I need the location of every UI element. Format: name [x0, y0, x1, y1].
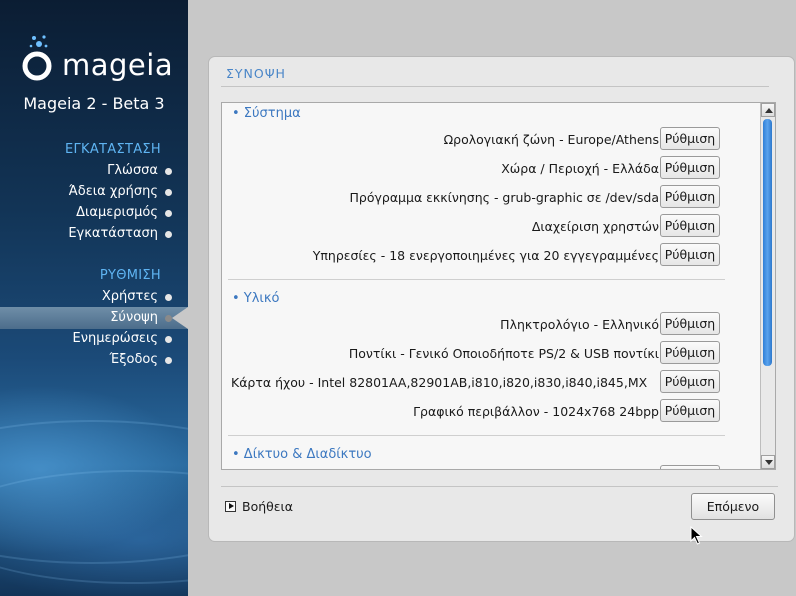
- step-summary: Σύνοψη: [110, 310, 172, 325]
- active-step-notch: [172, 307, 188, 329]
- logo-wordmark: mageia: [62, 48, 174, 82]
- summary-list[interactable]: • Σύστημα Ωρολογιακή ζώνη - Europe/Athen…: [221, 102, 776, 470]
- section-title-install: ΕΓΚΑΤΑΣΤΑΣΗ: [64, 142, 161, 157]
- group-title-network: • Δίκτυο & Διαδίκτυο: [232, 447, 372, 462]
- summary-item-keyboard: Πληκτρολόγιο - Ελληνικό: [500, 317, 659, 332]
- help-label: Βοήθεια: [242, 499, 294, 514]
- step-updates: Ενημερώσεις: [72, 331, 173, 346]
- summary-item-country: Χώρα / Περιοχή - Ελλάδα: [501, 161, 659, 176]
- section-title-configuration: ΡΥΘΜΙΣΗ: [99, 268, 161, 283]
- configure-graphics-button[interactable]: Ρύθμιση: [660, 399, 720, 422]
- help-button[interactable]: Βοήθεια: [225, 499, 293, 514]
- summary-item-bootloader: Πρόγραμμα εκκίνησης - grub-graphic σε /d…: [349, 190, 660, 205]
- product-name: Mageia 2 - Beta 3: [23, 94, 165, 113]
- group-divider: [228, 435, 725, 436]
- mouse-pointer-icon: [690, 526, 703, 545]
- decorative-wave: [0, 470, 188, 584]
- configure-mouse-button[interactable]: Ρύθμιση: [660, 341, 720, 364]
- summary-item-graphics: Γραφικό περιβάλλον - 1024x768 24bpp: [413, 404, 659, 419]
- summary-item-timezone: Ωρολογιακή ζώνη - Europe/Athens: [443, 132, 659, 147]
- step-license: Άδεια χρήσης: [68, 184, 173, 199]
- active-step-highlight: [0, 307, 188, 329]
- group-title-hardware: • Υλικό: [232, 291, 280, 306]
- summary-item-soundcard: Κάρτα ήχου - Intel 82801AA,82901AB,i810,…: [231, 375, 648, 390]
- configure-users-button[interactable]: Ρύθμιση: [660, 214, 720, 237]
- configure-country-button[interactable]: Ρύθμιση: [660, 156, 720, 179]
- group-title-system: • Σύστημα: [232, 106, 301, 121]
- summary-item-mouse: Ποντίκι - Γενικό Οποιοδήποτε PS/2 & USB …: [348, 346, 659, 361]
- group-divider: [228, 279, 725, 280]
- summary-panel: ΣΥΝΟΨΗ • Σύστημα Ωρολογιακή ζώνη - Europ…: [208, 56, 795, 542]
- vertical-scrollbar[interactable]: [760, 103, 775, 469]
- summary-item-users: Διαχείριση χρηστών: [531, 219, 659, 234]
- configure-keyboard-button[interactable]: Ρύθμιση: [660, 312, 720, 335]
- step-exit: Έξοδος: [109, 352, 173, 367]
- configure-bootloader-button[interactable]: Ρύθμιση: [660, 185, 720, 208]
- page-title: ΣΥΝΟΨΗ: [226, 66, 286, 81]
- scroll-down-icon[interactable]: [761, 455, 775, 469]
- expand-arrow-icon: [225, 501, 236, 512]
- step-users: Χρήστες: [101, 289, 173, 304]
- step-language: Γλώσσα: [107, 163, 172, 178]
- footer-divider: [221, 486, 778, 487]
- configure-services-button[interactable]: Ρύθμιση: [660, 243, 720, 266]
- next-button[interactable]: Επόμενο: [691, 493, 775, 520]
- step-partitioning: Διαμερισμός: [76, 205, 172, 220]
- summary-item-services: Υπηρεσίες - 18 ενεργοποιημένες για 20 εγ…: [312, 248, 659, 263]
- scroll-up-icon[interactable]: [761, 103, 775, 117]
- scrollbar-thumb[interactable]: [763, 119, 772, 366]
- configure-soundcard-button[interactable]: Ρύθμιση: [660, 370, 720, 393]
- sidebar: mageia Mageia 2 - Beta 3 ΕΓΚΑΤΑΣΤΑΣΗ Γλώ…: [0, 0, 188, 596]
- title-divider: [221, 86, 769, 87]
- step-installation: Εγκατάσταση: [68, 226, 172, 241]
- configure-timezone-button[interactable]: Ρύθμιση: [660, 127, 720, 150]
- configure-network-button-partial[interactable]: [660, 465, 720, 469]
